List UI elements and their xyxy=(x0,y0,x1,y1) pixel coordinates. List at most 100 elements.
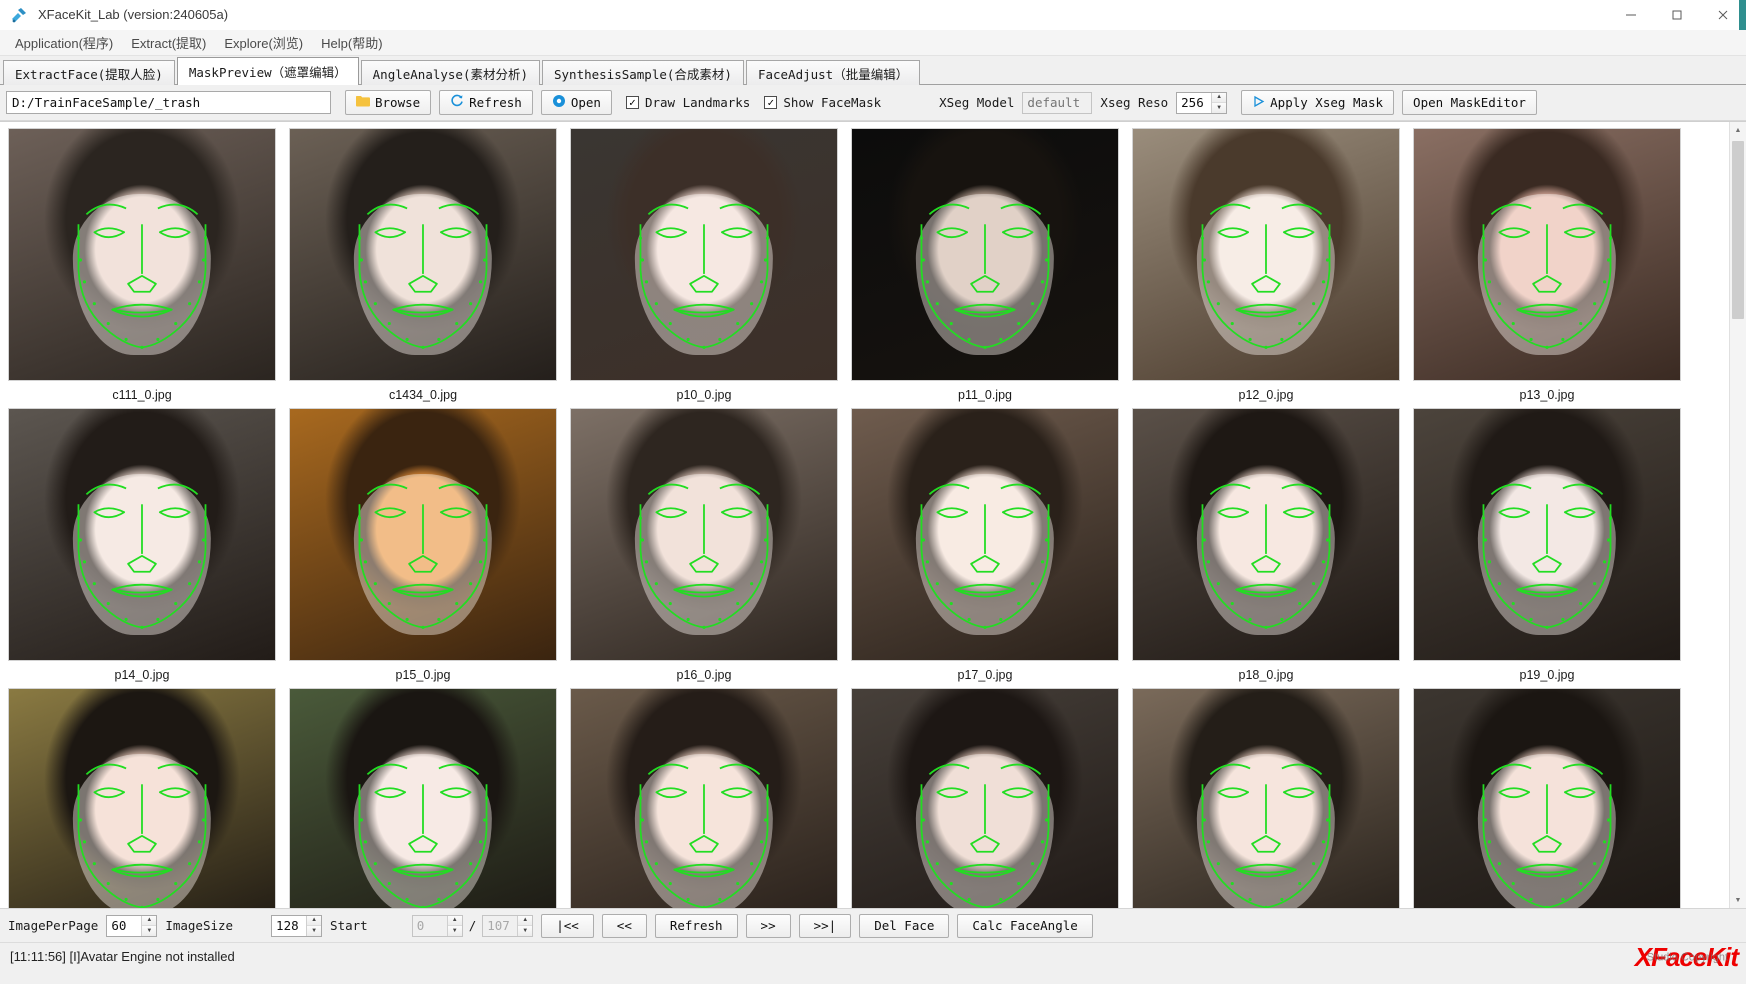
face-thumbnail[interactable] xyxy=(1132,408,1400,661)
face-thumbnail[interactable] xyxy=(289,128,557,381)
stepper-arrows[interactable]: ▲ ▼ xyxy=(446,915,462,936)
gallery-scroll-area[interactable]: c111_0.jpg c1434_0.jpg p10_0.jpg p11_0.j… xyxy=(0,122,1729,908)
gallery-item[interactable]: c111_0.jpg xyxy=(8,128,276,408)
gallery-item[interactable]: p18_0.jpg xyxy=(1132,408,1400,688)
face-thumbnail[interactable] xyxy=(1132,688,1400,908)
refresh-button[interactable]: Refresh xyxy=(439,90,533,115)
gallery-item[interactable]: p12_0.jpg xyxy=(1132,128,1400,408)
image-size-input[interactable] xyxy=(272,915,307,936)
stepper-up-icon[interactable]: ▲ xyxy=(447,915,462,926)
gallery-item[interactable]: p15_0.jpg xyxy=(289,408,557,688)
apply-xseg-mask-button[interactable]: Apply Xseg Mask xyxy=(1241,90,1395,115)
gallery-item[interactable]: p13_0.jpg xyxy=(1413,128,1681,408)
gallery-item[interactable] xyxy=(851,688,1119,908)
stepper-up-icon[interactable]: ▲ xyxy=(142,915,157,926)
face-thumbnail[interactable] xyxy=(8,688,276,908)
stepper-down-icon[interactable]: ▼ xyxy=(307,926,322,936)
face-thumbnail[interactable] xyxy=(8,128,276,381)
face-thumbnail[interactable] xyxy=(1132,128,1400,381)
face-thumbnail[interactable] xyxy=(1413,688,1681,908)
gallery-item[interactable]: p16_0.jpg xyxy=(570,408,838,688)
menu-application[interactable]: Application(程序) xyxy=(6,30,122,55)
first-page-button[interactable]: |<< xyxy=(541,913,594,938)
face-thumbnail[interactable] xyxy=(1413,408,1681,661)
refresh-page-button[interactable]: Refresh xyxy=(654,913,738,938)
menu-help[interactable]: Help(帮助) xyxy=(312,30,391,55)
stepper-arrows[interactable]: ▲ ▼ xyxy=(141,915,157,936)
face-thumbnail[interactable] xyxy=(570,688,838,908)
landmark-overlay xyxy=(1414,129,1680,380)
tab-maskpreview[interactable]: MaskPreview（遮罩编辑） xyxy=(176,57,359,85)
tab-angleanalyse[interactable]: AngleAnalyse(素材分析) xyxy=(360,60,540,85)
face-thumbnail[interactable] xyxy=(851,688,1119,908)
scroll-up-icon[interactable]: ▲ xyxy=(1730,122,1746,139)
face-thumbnail[interactable] xyxy=(570,408,838,661)
stepper-up-icon[interactable]: ▲ xyxy=(307,915,322,926)
xseg-model-input[interactable] xyxy=(1022,91,1093,114)
gallery-item[interactable]: p11_0.jpg xyxy=(851,128,1119,408)
image-size-stepper[interactable]: ▲ ▼ xyxy=(271,914,323,937)
face-thumbnail[interactable] xyxy=(289,408,557,661)
show-facemask-checkbox[interactable]: ✓ Show FaceMask xyxy=(764,95,881,110)
stepper-up-icon[interactable]: ▲ xyxy=(518,915,533,926)
stepper-arrows[interactable]: ▲ ▼ xyxy=(306,915,322,936)
calc-faceangle-button[interactable]: Calc FaceAngle xyxy=(957,913,1093,938)
scroll-down-icon[interactable]: ▼ xyxy=(1730,892,1746,908)
last-page-button[interactable]: >>| xyxy=(798,913,852,938)
image-size-label: ImageSize xyxy=(165,918,234,933)
menu-explore[interactable]: Explore(浏览) xyxy=(215,30,312,55)
gallery-item[interactable] xyxy=(570,688,838,908)
gallery-item[interactable] xyxy=(289,688,557,908)
next-page-button[interactable]: >> xyxy=(745,913,791,938)
stepper-down-icon[interactable]: ▼ xyxy=(518,926,533,936)
browse-button[interactable]: Browse xyxy=(345,90,432,115)
minimize-button[interactable] xyxy=(1608,0,1654,30)
draw-landmarks-checkbox[interactable]: ✓ Draw Landmarks xyxy=(625,95,750,110)
stepper-down-icon[interactable]: ▼ xyxy=(1212,103,1227,113)
maximize-button[interactable] xyxy=(1654,0,1700,30)
tab-extractface[interactable]: ExtractFace(提取人脸) xyxy=(3,60,175,85)
status-message: [11:11:56] [I]Avatar Engine not installe… xyxy=(10,949,235,964)
total-pages-input[interactable] xyxy=(483,915,518,936)
stepper-up-icon[interactable]: ▲ xyxy=(1212,92,1227,103)
prev-page-button[interactable]: << xyxy=(601,913,647,938)
start-index-input[interactable] xyxy=(412,915,447,936)
xseg-reso-input[interactable] xyxy=(1177,92,1212,113)
gallery-item[interactable] xyxy=(1132,688,1400,908)
stepper-down-icon[interactable]: ▼ xyxy=(142,926,157,936)
landmark-overlay xyxy=(571,689,837,908)
open-maskeditor-button[interactable]: Open MaskEditor xyxy=(1402,90,1537,115)
stepper-down-icon[interactable]: ▼ xyxy=(447,926,462,936)
scrollbar-track[interactable] xyxy=(1730,139,1746,892)
tab-faceadjust[interactable]: FaceAdjust（批量编辑） xyxy=(745,60,921,85)
window-accent-strip xyxy=(1739,0,1746,30)
gallery-item[interactable]: p10_0.jpg xyxy=(570,128,838,408)
gallery-item[interactable]: p17_0.jpg xyxy=(851,408,1119,688)
gallery-item[interactable] xyxy=(1413,688,1681,908)
face-thumbnail[interactable] xyxy=(289,688,557,908)
del-face-button[interactable]: Del Face xyxy=(859,913,950,938)
total-pages-stepper[interactable]: ▲ ▼ xyxy=(482,914,534,937)
image-per-page-stepper[interactable]: ▲ ▼ xyxy=(106,914,158,937)
gallery-item[interactable]: c1434_0.jpg xyxy=(289,128,557,408)
stepper-arrows[interactable]: ▲ ▼ xyxy=(517,915,533,936)
tab-synthesissample[interactable]: SynthesisSample(合成素材) xyxy=(542,60,744,85)
open-button[interactable]: Open xyxy=(540,90,612,115)
image-per-page-input[interactable] xyxy=(107,915,142,936)
xseg-reso-arrows[interactable]: ▲ ▼ xyxy=(1211,92,1227,113)
scrollbar-thumb[interactable] xyxy=(1732,141,1744,319)
gallery-item[interactable]: p19_0.jpg xyxy=(1413,408,1681,688)
gallery-item[interactable]: p14_0.jpg xyxy=(8,408,276,688)
open-maskeditor-label: Open MaskEditor xyxy=(1413,95,1526,110)
face-thumbnail[interactable] xyxy=(851,408,1119,661)
gallery-item[interactable] xyxy=(8,688,276,908)
menu-extract[interactable]: Extract(提取) xyxy=(122,30,215,55)
face-thumbnail[interactable] xyxy=(8,408,276,661)
xseg-reso-stepper[interactable]: ▲ ▼ xyxy=(1176,91,1228,114)
start-index-stepper[interactable]: ▲ ▼ xyxy=(411,914,463,937)
face-thumbnail[interactable] xyxy=(851,128,1119,381)
folder-path-input[interactable] xyxy=(6,91,331,114)
vertical-scrollbar[interactable]: ▲ ▼ xyxy=(1729,122,1746,908)
face-thumbnail[interactable] xyxy=(1413,128,1681,381)
face-thumbnail[interactable] xyxy=(570,128,838,381)
